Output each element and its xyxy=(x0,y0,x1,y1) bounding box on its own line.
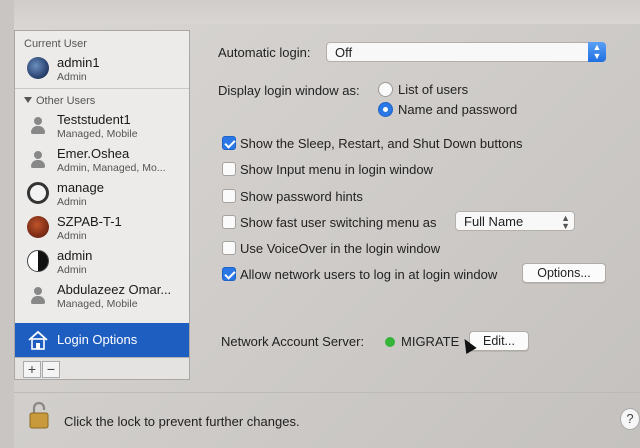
user-role: Admin, Managed, Mo... xyxy=(57,162,166,174)
popup-stepper-icon: ▲ ▼ xyxy=(561,213,570,231)
user-silhouette-icon xyxy=(27,284,49,306)
radio-list-of-users-label: List of users xyxy=(398,82,469,97)
add-user-button[interactable]: + xyxy=(23,361,41,378)
help-button[interactable]: ? xyxy=(620,408,640,430)
yin-yang-avatar-icon xyxy=(27,250,49,272)
user-name: manage xyxy=(57,180,104,195)
fast-switching-value: Full Name xyxy=(464,214,524,229)
other-users-title: Other Users xyxy=(36,95,96,107)
checkbox-sleep-restart-label: Show the Sleep, Restart, and Shut Down b… xyxy=(240,136,523,151)
user-name: Emer.Oshea xyxy=(57,146,130,161)
user-role: Managed, Mobile xyxy=(57,128,138,140)
server-status-dot-icon xyxy=(385,337,395,347)
user-role: Managed, Mobile xyxy=(57,298,138,310)
checkbox-network-users[interactable] xyxy=(222,267,236,281)
current-user-section: Current User admin1 Admin xyxy=(15,31,189,89)
user-role: Admin xyxy=(57,230,87,242)
edit-server-button[interactable]: Edit... xyxy=(469,331,529,351)
user-row[interactable]: admin Admin xyxy=(15,245,189,279)
fast-switching-popup[interactable]: Full Name ▲ ▼ xyxy=(455,211,575,231)
checkbox-fast-user-switching[interactable] xyxy=(222,215,236,229)
user-row-admin1[interactable]: admin1 Admin xyxy=(15,52,189,86)
radio-list-of-users[interactable] xyxy=(378,82,393,97)
user-row[interactable]: Abdulazeez Omar... Managed, Mobile xyxy=(15,279,189,313)
user-row[interactable]: manage Admin xyxy=(15,177,189,211)
checkbox-input-menu-label: Show Input menu in login window xyxy=(240,162,433,177)
lock-icon[interactable] xyxy=(28,400,50,430)
remove-user-button[interactable]: − xyxy=(42,361,60,378)
login-options-label: Login Options xyxy=(57,332,138,347)
user-row[interactable]: Teststudent1 Managed, Mobile xyxy=(15,109,189,143)
automatic-login-value: Off xyxy=(335,45,353,60)
automatic-login-popup[interactable]: Off ▲ ▼ xyxy=(326,42,606,62)
other-users-header[interactable]: Other Users xyxy=(15,89,189,109)
user-role: Admin xyxy=(57,71,87,83)
user-avatar xyxy=(27,57,49,79)
checkbox-network-users-label: Allow network users to log in at login w… xyxy=(240,267,498,282)
checkbox-voiceover[interactable] xyxy=(222,241,236,255)
user-avatar xyxy=(27,182,49,204)
current-user-title: Current User xyxy=(24,38,87,50)
user-row[interactable]: Emer.Oshea Admin, Managed, Mo... xyxy=(15,143,189,177)
checkbox-password-hints[interactable] xyxy=(222,189,236,203)
users-sidebar: Current User admin1 Admin Other Users Te… xyxy=(14,30,190,380)
checkbox-fast-user-switching-label: Show fast user switching menu as xyxy=(240,215,437,230)
lock-message: Click the lock to prevent further change… xyxy=(64,414,300,429)
options-button[interactable]: Options... xyxy=(522,263,606,283)
radio-name-and-password[interactable] xyxy=(378,102,393,117)
checkbox-password-hints-label: Show password hints xyxy=(240,189,363,204)
login-options-item[interactable]: Login Options xyxy=(15,323,189,357)
user-silhouette-icon xyxy=(27,148,49,170)
popup-stepper-icon: ▲ ▼ xyxy=(588,42,606,62)
user-name: SZPAB-T-1 xyxy=(57,214,122,229)
window-top-strip xyxy=(0,0,640,24)
sidebar-toolbar: + − xyxy=(15,357,189,379)
footer-divider xyxy=(14,392,640,393)
user-avatar xyxy=(27,216,49,238)
user-silhouette-icon xyxy=(27,114,49,136)
checkbox-sleep-restart[interactable] xyxy=(222,136,236,150)
network-server-value: MIGRATE xyxy=(401,334,460,349)
house-icon xyxy=(28,330,48,350)
automatic-login-label: Automatic login: xyxy=(218,45,311,60)
checkbox-voiceover-label: Use VoiceOver in the login window xyxy=(240,241,441,256)
window-left-edge xyxy=(0,0,14,448)
user-name: admin xyxy=(57,248,93,263)
user-role: Admin xyxy=(57,264,87,276)
radio-name-and-password-label: Name and password xyxy=(398,102,518,117)
checkbox-input-menu[interactable] xyxy=(222,162,236,176)
user-row[interactable]: SZPAB-T-1 Admin xyxy=(15,211,189,245)
user-role: Admin xyxy=(57,196,87,208)
network-server-label: Network Account Server: xyxy=(221,334,365,349)
user-name: admin1 xyxy=(57,55,100,70)
user-name: Teststudent1 xyxy=(57,112,131,127)
disclosure-triangle-icon xyxy=(24,97,32,103)
display-login-label: Display login window as: xyxy=(218,83,360,98)
user-name: Abdulazeez Omar... xyxy=(57,282,172,297)
